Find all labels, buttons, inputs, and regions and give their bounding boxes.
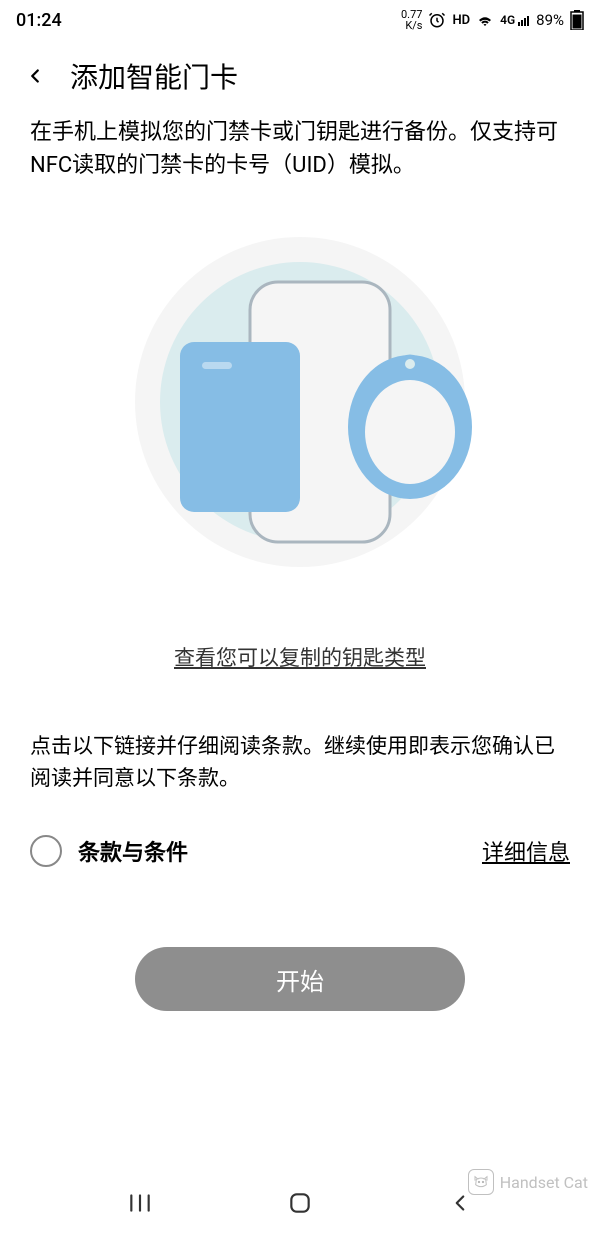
wifi-icon bbox=[476, 11, 494, 29]
hd-indicator: HD bbox=[452, 13, 470, 28]
battery-icon bbox=[570, 10, 584, 30]
home-button[interactable] bbox=[280, 1183, 320, 1223]
terms-instruction: 点击以下链接并仔细阅读条款。继续使用即表示您确认已阅读并同意以下条款。 bbox=[30, 732, 570, 795]
illustration bbox=[30, 222, 570, 582]
header: 添加智能门卡 bbox=[0, 40, 600, 116]
terms-checkbox[interactable] bbox=[30, 835, 62, 867]
back-nav-button[interactable] bbox=[440, 1183, 480, 1223]
battery-percent: 89% bbox=[536, 11, 564, 29]
terms-row: 条款与条件 详细信息 bbox=[30, 835, 570, 867]
main-content: 在手机上模拟您的门禁卡或门钥匙进行备份。仅支持可NFC读取的门禁卡的卡号（UID… bbox=[0, 116, 600, 1011]
status-time: 01:24 bbox=[16, 10, 62, 31]
key-types-link[interactable]: 查看您可以复制的钥匙类型 bbox=[30, 642, 570, 672]
start-button[interactable]: 开始 bbox=[135, 947, 465, 1011]
description-text: 在手机上模拟您的门禁卡或门钥匙进行备份。仅支持可NFC读取的门禁卡的卡号（UID… bbox=[30, 116, 570, 182]
navigation-bar bbox=[0, 1173, 600, 1233]
recents-button[interactable] bbox=[120, 1183, 160, 1223]
details-link[interactable]: 详细信息 bbox=[482, 835, 570, 867]
status-bar: 01:24 0.77 K/s HD 4G 89% bbox=[0, 0, 600, 40]
alarm-icon bbox=[428, 11, 446, 29]
back-button[interactable] bbox=[20, 61, 50, 91]
page-title: 添加智能门卡 bbox=[70, 56, 238, 96]
network-indicator: 4G bbox=[500, 13, 530, 27]
status-icons: 0.77 K/s HD 4G 89% bbox=[401, 9, 584, 31]
terms-label: 条款与条件 bbox=[78, 835, 188, 867]
network-speed: 0.77 K/s bbox=[401, 9, 422, 31]
